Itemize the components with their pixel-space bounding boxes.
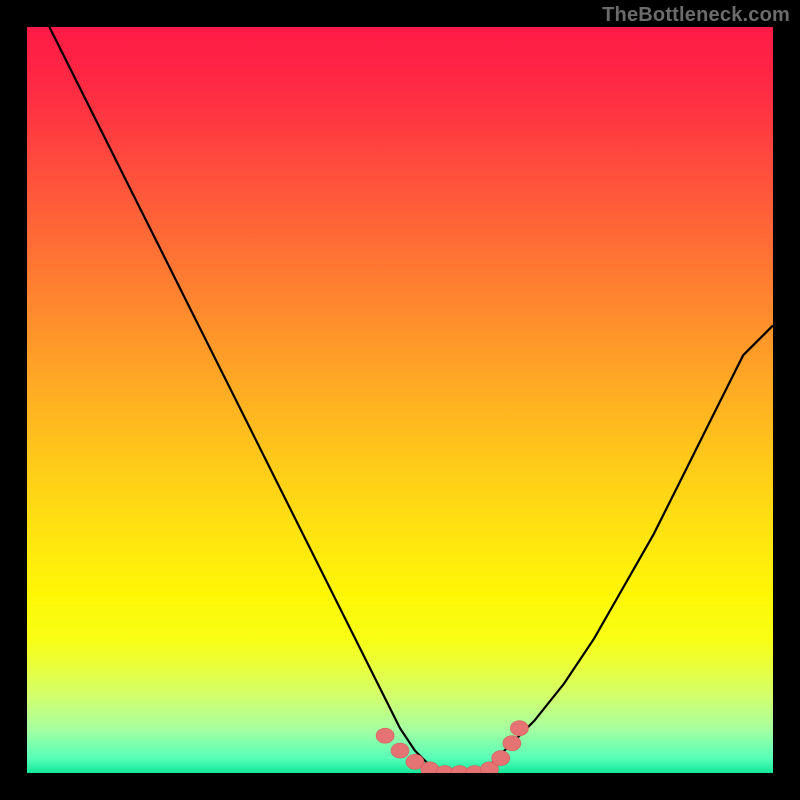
outer-frame: TheBottleneck.com: [0, 0, 800, 800]
marker-point: [492, 751, 510, 766]
marker-point: [510, 721, 528, 736]
marker-point: [376, 728, 394, 743]
watermark: TheBottleneck.com: [602, 4, 790, 27]
curve-svg: [27, 27, 773, 773]
gradient-plot-area: [27, 27, 773, 773]
marker-point: [503, 736, 521, 751]
marker-point: [391, 743, 409, 758]
bottleneck-curve: [49, 27, 773, 773]
